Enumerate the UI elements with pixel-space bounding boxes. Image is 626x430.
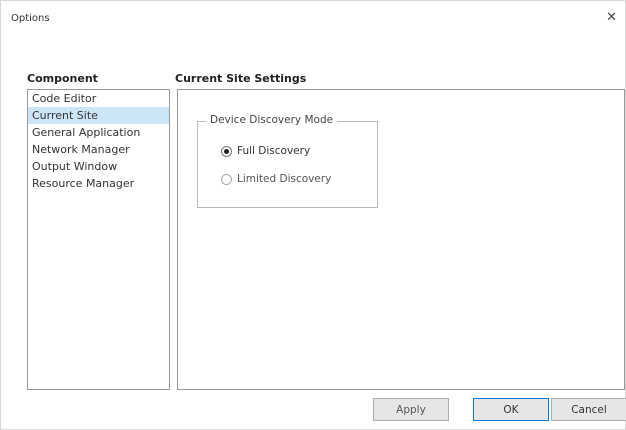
settings-panel: Device Discovery Mode Full Discovery Lim… bbox=[177, 89, 625, 390]
group-legend: Device Discovery Mode bbox=[206, 114, 338, 126]
list-item-output-window[interactable]: Output Window bbox=[28, 158, 169, 175]
device-discovery-group: Device Discovery Mode Full Discovery Lim… bbox=[197, 114, 378, 208]
settings-heading: Current Site Settings bbox=[175, 72, 307, 85]
list-item-code-editor[interactable]: Code Editor bbox=[28, 90, 169, 107]
options-dialog: Options ✕ Component Current Site Setting… bbox=[0, 0, 626, 430]
list-item-general-application[interactable]: General Application bbox=[28, 124, 169, 141]
list-item-network-manager[interactable]: Network Manager bbox=[28, 141, 169, 158]
apply-button[interactable]: Apply bbox=[373, 398, 449, 421]
radio-unchecked-icon[interactable] bbox=[221, 173, 232, 185]
cancel-button[interactable]: Cancel bbox=[551, 398, 626, 421]
limited-discovery-label: Limited Discovery bbox=[237, 173, 332, 185]
full-discovery-label: Full Discovery bbox=[237, 145, 311, 157]
close-icon[interactable]: ✕ bbox=[606, 11, 617, 24]
limited-discovery-radio[interactable]: Limited Discovery bbox=[221, 173, 331, 185]
list-item-resource-manager[interactable]: Resource Manager bbox=[28, 175, 169, 192]
component-list[interactable]: Code Editor Current Site General Applica… bbox=[27, 89, 170, 390]
component-label: Component bbox=[27, 72, 98, 85]
radio-checked-icon[interactable] bbox=[221, 145, 232, 157]
ok-button[interactable]: OK bbox=[473, 398, 549, 421]
list-item-current-site[interactable]: Current Site bbox=[28, 107, 169, 124]
window-title: Options bbox=[11, 13, 50, 24]
full-discovery-radio[interactable]: Full Discovery bbox=[221, 145, 310, 157]
